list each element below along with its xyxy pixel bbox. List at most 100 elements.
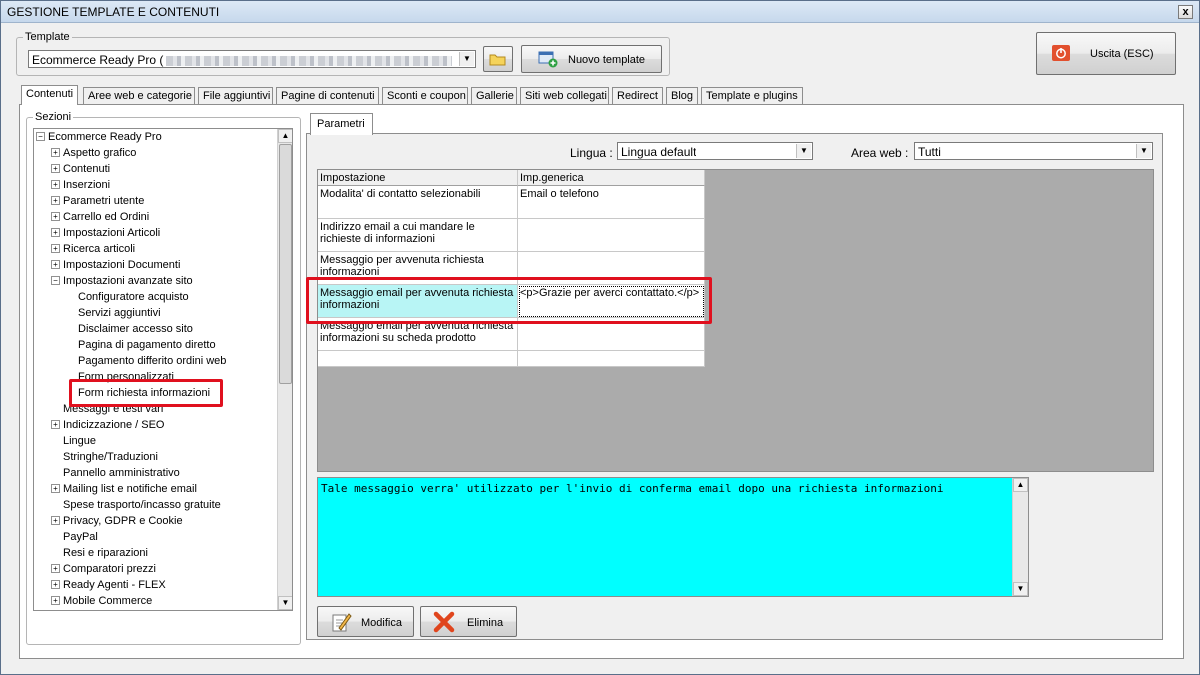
tree-node[interactable]: Configuratore acquisto — [78, 289, 189, 305]
template-select-value: Ecommerce Ready Pro ( — [32, 53, 164, 67]
tree-node[interactable]: + Inserzioni — [51, 177, 110, 193]
tree-node-label: Disclaimer accesso sito — [78, 323, 193, 335]
tree-scrollbar[interactable]: ▲ ▼ — [277, 129, 292, 610]
scroll-up-icon[interactable]: ▲ — [278, 129, 292, 143]
expand-icon[interactable]: + — [51, 196, 60, 205]
tree-node-label: Servizi aggiuntivi — [78, 307, 161, 319]
tree-node[interactable]: + Ricerca articoli — [51, 241, 135, 257]
lingua-select[interactable]: Lingua default ▼ — [617, 142, 813, 160]
grid-value-cell[interactable] — [518, 351, 705, 367]
scroll-down-icon[interactable]: ▼ — [1013, 582, 1028, 596]
tree-node-label: Aspetto grafico — [63, 147, 137, 159]
expand-icon[interactable]: + — [51, 596, 60, 605]
tree-node[interactable]: Pannello amministrativo — [63, 465, 180, 481]
template-select[interactable]: Ecommerce Ready Pro ( ▼ — [28, 50, 476, 68]
edit-label: Modifica — [361, 617, 402, 629]
tree-node-label: Inserzioni — [63, 179, 111, 191]
tree-node[interactable]: + Indicizzazione / SEO — [51, 417, 165, 433]
expand-icon[interactable]: + — [51, 420, 60, 429]
collapse-icon[interactable]: − — [36, 132, 45, 141]
grid-setting-cell[interactable]: Indirizzo email a cui mandare le richies… — [318, 219, 518, 252]
new-template-button[interactable]: Nuovo template — [521, 45, 662, 73]
edit-button[interactable]: Modifica — [317, 606, 414, 637]
expand-icon[interactable]: + — [51, 164, 60, 173]
tree-node[interactable]: + Impostazioni Documenti — [51, 257, 180, 273]
grid-header-setting[interactable]: Impostazione — [318, 170, 518, 186]
grid-setting-cell[interactable] — [318, 351, 518, 367]
scroll-thumb[interactable] — [279, 144, 292, 384]
edit-pencil-icon — [332, 613, 352, 632]
tree-node[interactable]: Disclaimer accesso sito — [78, 321, 193, 337]
tab-pagine-contenuti[interactable]: Pagine di contenuti — [276, 87, 379, 105]
expand-icon[interactable]: + — [51, 564, 60, 573]
expand-icon[interactable]: + — [51, 244, 60, 253]
main-window: GESTIONE TEMPLATE E CONTENUTI x Template… — [0, 0, 1200, 675]
lingua-select-value: Lingua default — [621, 145, 697, 159]
area-web-label: Area web : — [851, 146, 909, 160]
tree-node[interactable]: + Privacy, GDPR e Cookie — [51, 513, 183, 529]
tree-node[interactable]: + Parametri utente — [51, 193, 144, 209]
tab-template-plugins[interactable]: Template e plugins — [701, 87, 803, 105]
window-title: GESTIONE TEMPLATE E CONTENUTI — [7, 5, 220, 19]
tree-node[interactable]: + Contenuti — [51, 161, 110, 177]
tree-node[interactable]: + Aspetto grafico — [51, 145, 136, 161]
tab-contenuti[interactable]: Contenuti — [21, 85, 78, 105]
grid-value-cell[interactable] — [518, 219, 705, 252]
tree-node[interactable]: Pagamento differito ordini web — [78, 353, 226, 369]
tree-node[interactable]: + Impostazioni Articoli — [51, 225, 160, 241]
tab-aree-web[interactable]: Aree web e categorie — [83, 87, 195, 105]
tab-blog[interactable]: Blog — [666, 87, 698, 105]
grid-header-value[interactable]: Imp.generica — [518, 170, 705, 186]
title-bar: GESTIONE TEMPLATE E CONTENUTI x — [1, 1, 1199, 23]
tree-node[interactable]: Pagina di pagamento diretto — [78, 337, 216, 353]
tab-parametri[interactable]: Parametri — [310, 113, 373, 135]
tree-node[interactable]: Resi e riparazioni — [63, 545, 148, 561]
tree-node[interactable]: + Carrello ed Ordini — [51, 209, 149, 225]
tree-node[interactable]: PayPal — [63, 529, 98, 545]
tree-node[interactable]: + Mobile Commerce — [51, 593, 152, 609]
sections-tree[interactable]: − Ecommerce Ready Pro + Aspetto grafico + Con… — [33, 128, 293, 611]
tree-node[interactable]: − Ecommerce Ready Pro — [36, 129, 162, 145]
open-folder-button[interactable] — [483, 46, 513, 72]
tree-node[interactable]: Spese trasporto/incasso gratuite — [63, 497, 221, 513]
expand-icon[interactable]: + — [51, 228, 60, 237]
highlight-box-tree — [69, 379, 223, 407]
description-scrollbar[interactable]: ▲ ▼ — [1012, 478, 1028, 596]
close-button[interactable]: x — [1178, 5, 1193, 19]
area-web-select-value: Tutti — [918, 145, 941, 159]
chevron-down-icon: ▼ — [796, 144, 811, 158]
scroll-up-icon[interactable]: ▲ — [1013, 478, 1028, 492]
sections-legend: Sezioni — [35, 111, 72, 123]
delete-label: Elimina — [467, 617, 504, 629]
tree-node-label: Ricerca articoli — [63, 243, 136, 255]
scroll-down-icon[interactable]: ▼ — [278, 596, 292, 610]
tree-node[interactable]: + Mailing list e notifiche email — [51, 481, 197, 497]
tab-sconti-coupon[interactable]: Sconti e coupon — [382, 87, 468, 105]
tab-siti-collegati[interactable]: Siti web collegati — [520, 87, 609, 105]
tab-gallerie[interactable]: Gallerie — [471, 87, 517, 105]
tree-node-label: Comparatori prezzi — [63, 563, 156, 575]
tree-node[interactable]: Lingue — [63, 433, 96, 449]
tab-file-aggiuntivi[interactable]: File aggiuntivi — [198, 87, 273, 105]
tree-node[interactable]: Stringhe/Traduzioni — [63, 449, 158, 465]
expand-icon[interactable]: + — [51, 148, 60, 157]
grid-setting-cell[interactable]: Modalita' di contatto selezionabili — [318, 186, 518, 219]
tree-node[interactable]: − Impostazioni avanzate sito — [51, 273, 193, 289]
delete-button[interactable]: Elimina — [420, 606, 517, 637]
exit-button[interactable]: Uscita (ESC) — [1036, 32, 1176, 75]
expand-icon[interactable]: + — [51, 260, 60, 269]
expand-icon[interactable]: + — [51, 516, 60, 525]
new-template-label: Nuovo template — [568, 54, 646, 66]
area-web-select[interactable]: Tutti ▼ — [914, 142, 1153, 160]
tree-node[interactable]: Servizi aggiuntivi — [78, 305, 161, 321]
expand-icon[interactable]: + — [51, 180, 60, 189]
tree-node[interactable]: + Ready Agenti - FLEX — [51, 577, 166, 593]
expand-icon[interactable]: + — [51, 580, 60, 589]
grid-value-cell[interactable]: Email o telefono — [518, 186, 705, 219]
collapse-icon[interactable]: − — [51, 276, 60, 285]
expand-icon[interactable]: + — [51, 212, 60, 221]
tree-node[interactable]: + Comparatori prezzi — [51, 561, 156, 577]
tab-redirect[interactable]: Redirect — [612, 87, 663, 105]
tree-node-label: Ready Agenti - FLEX — [63, 579, 166, 591]
expand-icon[interactable]: + — [51, 484, 60, 493]
